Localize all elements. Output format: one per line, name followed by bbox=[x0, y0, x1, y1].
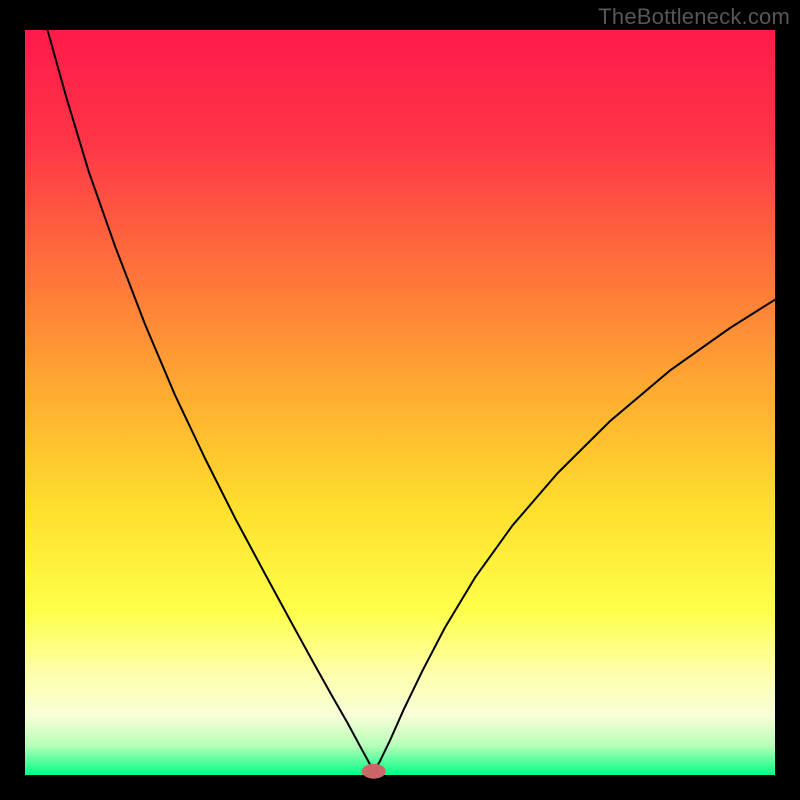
watermark-text: TheBottleneck.com bbox=[598, 4, 790, 30]
chart-frame: { "watermark": "TheBottleneck.com", "cha… bbox=[0, 0, 800, 800]
plot-background bbox=[25, 30, 775, 775]
minimum-marker bbox=[362, 764, 386, 779]
bottleneck-chart bbox=[0, 0, 800, 800]
